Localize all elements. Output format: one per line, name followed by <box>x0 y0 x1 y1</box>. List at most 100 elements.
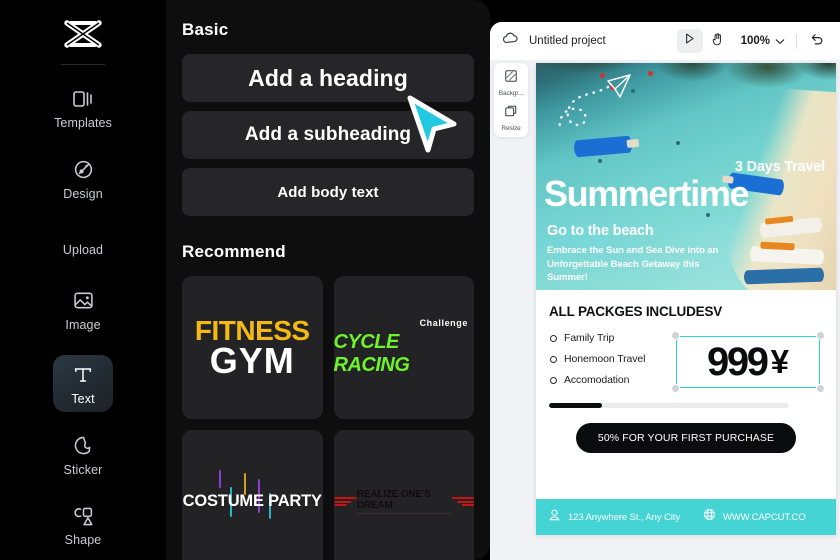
cloud-save-icon[interactable] <box>502 31 519 51</box>
packages-list: Family Trip Honemoon Travel Accomodation <box>550 332 645 395</box>
list-item-label: Honemoon Travel <box>564 353 646 365</box>
sidebar-item-shape[interactable]: Shape <box>53 496 113 553</box>
resize-handle-top-left[interactable] <box>671 331 680 340</box>
shape-icon <box>70 503 96 529</box>
editor-window: Untitled project 100% Backgr... Resize 3… <box>490 22 840 560</box>
sidebar-item-templates[interactable]: Templates <box>53 79 113 136</box>
hero-title[interactable]: Summertime <box>544 176 749 212</box>
progress-bar-fill <box>549 403 602 408</box>
footer-website: WWW.CAPCUT.CO <box>723 511 806 523</box>
template-line-2: GYM <box>209 339 295 381</box>
add-body-text-button[interactable]: Add body text <box>182 168 474 216</box>
project-name[interactable]: Untitled project <box>529 35 606 47</box>
section-heading-basic: Basic <box>182 20 229 39</box>
section-heading-recommend: Recommend <box>182 242 286 261</box>
packages-row: Family Trip Honemoon Travel Accomodation <box>536 331 836 395</box>
zoom-control[interactable]: 100% <box>733 32 789 50</box>
app-root: Templates Design Upload Image Text Stick… <box>0 0 840 560</box>
template-card-cycle-racing[interactable]: Challenge CYCLE RACING <box>333 276 474 419</box>
sidebar-item-label: Design <box>63 186 103 201</box>
design-brush-icon <box>70 157 96 183</box>
resize-handle-bottom-right[interactable] <box>816 384 825 393</box>
sidebar-item-label: Text <box>71 392 95 406</box>
text-t-icon <box>70 362 96 388</box>
text-panel: Basic Add a heading Add a subheading Add… <box>166 0 490 560</box>
templates-icon <box>70 86 96 112</box>
tool-label: Resize <box>501 125 521 132</box>
design-page-1[interactable]: 3 Days Travel Summertime Go to the beach… <box>536 63 836 535</box>
image-icon <box>70 288 96 314</box>
template-line-1: COSTUME PARTY <box>182 492 322 510</box>
left-icon-rail: Templates Design Upload Image Text Stick… <box>0 0 166 560</box>
bullet-icon <box>550 355 557 363</box>
background-icon <box>504 69 518 88</box>
template-card-costume-party[interactable]: COSTUME PARTY <box>182 430 323 560</box>
price-selection-wrapper: 999 ¥ <box>671 331 825 393</box>
list-item-label: Accomodation <box>564 374 630 386</box>
list-item[interactable]: Honemoon Travel <box>550 353 645 365</box>
sidebar-item-label: Shape <box>64 533 102 547</box>
hero-text-layer: 3 Days Travel Summertime Go to the beach… <box>536 63 836 290</box>
hero-days-label[interactable]: 3 Days Travel <box>735 159 825 175</box>
hand-tool-button[interactable] <box>705 29 731 53</box>
hero-body-text[interactable]: Embrace the Sun and Sea Dive into an Unf… <box>547 244 737 285</box>
sidebar-item-design[interactable]: Design <box>53 150 113 207</box>
undo-button[interactable] <box>804 29 830 53</box>
template-line-2: CYCLE RACING <box>333 331 410 376</box>
bullet-icon <box>550 334 557 342</box>
globe-icon <box>703 508 716 526</box>
packages-title[interactable]: ALL PACKGES INCLUDESV <box>549 304 836 319</box>
decor-bar <box>218 470 221 489</box>
design-footer: 123 Anywhere St., Any City WWW.CAPCUT.CO <box>536 499 836 535</box>
resize-handle-bottom-left[interactable] <box>671 384 680 393</box>
sidebar-item-text[interactable]: Text <box>53 355 113 412</box>
zoom-level-value: 100% <box>740 35 770 47</box>
resize-icon <box>504 104 518 123</box>
price-text-element[interactable]: 999 ¥ <box>671 331 825 393</box>
hero-subtitle[interactable]: Go to the beach <box>547 223 654 239</box>
editor-toolbar: Untitled project 100% <box>490 22 840 60</box>
template-line-1: Challenge <box>419 318 468 328</box>
cta-button[interactable]: 50% FOR YOUR FIRST PURCHASE <box>575 423 797 453</box>
wing-decor-icon <box>451 496 474 507</box>
background-tool[interactable]: Backgr... <box>494 69 528 97</box>
list-item-label: Family Trip <box>564 332 615 344</box>
footer-address: 123 Anywhere St., Any City <box>568 511 680 523</box>
hand-icon <box>711 32 724 51</box>
cta-row: 50% FOR YOUR FIRST PURCHASE <box>536 423 836 453</box>
list-item[interactable]: Family Trip <box>550 332 645 344</box>
hero-image[interactable]: 3 Days Travel Summertime Go to the beach… <box>536 63 836 290</box>
sidebar-item-label: Image <box>65 317 101 332</box>
wing-decor-icon <box>333 496 356 507</box>
price-amount: 999 <box>707 339 769 384</box>
progress-bar <box>549 403 789 408</box>
select-tool-button[interactable] <box>676 29 703 53</box>
resize-tool[interactable]: Resize <box>494 104 528 132</box>
cursor-play-icon <box>683 32 696 50</box>
canvas-tool-strip: Backgr... Resize <box>494 63 528 137</box>
template-card-fitness-gym[interactable]: FITNESS GYM <box>182 276 323 419</box>
template-grid: FITNESS GYM Challenge CYCLE RACING COSTU… <box>182 276 474 560</box>
sidebar-item-label: Upload <box>62 243 104 257</box>
sidebar-item-sticker[interactable]: Sticker <box>53 426 113 483</box>
tool-label: Backgr... <box>498 90 524 97</box>
rail-divider <box>61 64 105 65</box>
template-line-1: REALIZE ONE'S DREAM <box>356 489 451 514</box>
sidebar-item-image[interactable]: Image <box>53 281 113 338</box>
toolbar-divider <box>796 33 797 49</box>
price-currency: ¥ <box>770 343 789 380</box>
add-heading-button[interactable]: Add a heading <box>182 54 474 102</box>
resize-handle-top-right[interactable] <box>816 331 825 340</box>
add-subheading-button[interactable]: Add a subheading <box>182 111 474 159</box>
sidebar-item-upload[interactable]: Upload <box>53 224 113 263</box>
sidebar-item-label: Templates <box>54 116 112 130</box>
location-pin-icon <box>548 508 561 527</box>
list-item[interactable]: Accomodation <box>550 374 645 386</box>
package-section: ALL PACKGES INCLUDESV Family Trip Honemo… <box>536 290 836 453</box>
editor-canvas-area: Backgr... Resize 3 Days Travel Summertim… <box>490 60 840 560</box>
capcut-logo-icon[interactable] <box>55 12 111 56</box>
undo-arrow-icon <box>810 32 824 50</box>
toolbar-right-group: 100% <box>676 29 830 53</box>
sticker-icon <box>70 433 96 459</box>
template-card-realize-dream[interactable]: REALIZE ONE'S DREAM <box>333 430 474 560</box>
